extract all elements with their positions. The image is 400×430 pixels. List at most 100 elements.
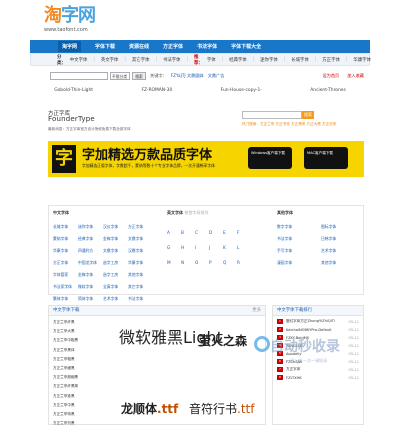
ranking-row[interactable]: 7 方正字体 05-11 [277,367,359,372]
nav-item-calligraphy[interactable]: 书法字体 [197,43,217,50]
zh-font-category[interactable]: 简体字体 [78,296,99,302]
list-item[interactable]: 方正兰亭特黑 [53,412,97,417]
mac-download-button[interactable]: MAC客户端下载 [304,147,348,169]
other-font-category[interactable]: 日韩字体 [321,236,361,242]
recommend-item[interactable]: 华康字体 [353,57,371,63]
zh-font-category[interactable]: 华康字体 [128,260,149,266]
nav-item-home[interactable]: 淘字网 [58,41,82,52]
en-letter-link[interactable]: P [209,260,223,265]
en-letter-link[interactable]: B [181,230,195,235]
en-letter-link[interactable]: J [209,245,223,250]
font-link[interactable]: Ancient-Thrones [310,88,345,93]
ranking-row[interactable]: 8 FZLTXHK 05-11 [277,375,359,380]
en-letter-link[interactable]: A [167,230,181,235]
font-preview[interactable]: 萤火之森 [199,332,247,349]
list-item[interactable]: 方正兰亭超细黑 [53,375,97,380]
list-item[interactable]: 方正兰亭准黑 [53,394,97,399]
search-button[interactable]: 搜索 [132,72,146,80]
zh-font-category[interactable]: 方正字体 [128,224,149,230]
font-preview[interactable]: 音符行书.ttf [189,400,254,417]
founder-hot-searches[interactable]: 热门搜索：方正兰亭 方正书宋 方正黑体 方正大黑 方正仿宋 [242,122,336,127]
en-letter-link[interactable]: C [195,230,209,235]
zh-font-category[interactable]: 艺术字体 [103,296,124,302]
zh-font-category[interactable]: 汉仪字体 [103,224,124,230]
zijia-banner[interactable]: 字 字加精选万款品质字体 字加精选正版字体，字数超千，蒙纳等数十个专业字体品牌，… [48,141,364,177]
en-letter-link[interactable]: O [195,260,209,265]
zh-font-category[interactable]: 中国龙字体 [78,260,99,266]
zh-font-category[interactable]: 汉鼎字体 [128,248,149,254]
en-letter-link[interactable]: L [237,245,251,250]
list-item[interactable]: 方正兰亭中黑 [53,403,97,408]
recommend-item[interactable]: 迷你字体 [260,57,278,63]
recommend-item[interactable]: 字体 [207,57,216,63]
zh-font-category[interactable]: 方正字体 [53,260,74,266]
set-homepage-link[interactable]: 设为首页 [322,73,339,79]
en-letter-link[interactable]: H [181,245,195,250]
category-item[interactable]: 中文字体 [70,57,88,63]
list-item[interactable]: 方正兰亭中粗黑 [53,338,97,343]
en-letter-link[interactable]: E [223,230,237,235]
list-item[interactable]: 方正兰亭细黑 [53,366,97,371]
recommend-item[interactable]: 经典字体 [229,57,247,63]
zh-font-category[interactable]: 金梅字体 [78,272,99,278]
en-letter-link[interactable]: N [181,260,195,265]
zh-font-category[interactable]: 造字工房 [103,260,124,266]
zh-font-category[interactable]: 微软字体 [78,284,99,290]
other-font-category[interactable]: 图标字体 [321,224,361,230]
font-link[interactable]: FZ-ROMAN-30 [141,88,172,93]
list-item[interactable]: 方正兰亭纤黑简 [53,384,97,389]
category-item[interactable]: 英文字体 [101,57,119,63]
en-letter-link[interactable]: F [237,230,251,235]
nav-item-founder[interactable]: 方正字体 [163,43,183,50]
other-font-category[interactable]: 书法字体 [277,236,317,242]
en-letter-link[interactable]: K [223,245,237,250]
list-item[interactable]: 方正兰亭黑体 [53,348,97,353]
zh-font-category[interactable]: 书法字体 [128,296,149,302]
zh-font-category[interactable]: 其他字体 [128,272,149,278]
list-item[interactable]: 方正兰亭粗黑 [53,357,97,362]
add-bookmark-link[interactable]: 加入收藏 [347,73,364,79]
zh-font-category[interactable]: 长城字体 [53,224,74,230]
nav-item-download[interactable]: 字体下载 [95,43,115,50]
site-logo[interactable]: 淘字网 www.taofont.com [44,6,96,34]
zh-font-category[interactable]: 其它字体 [128,284,149,290]
nav-item-all[interactable]: 字体下载大全 [231,43,261,50]
zh-font-category[interactable]: 全真字体 [103,284,124,290]
zh-font-category[interactable]: 经典字体 [78,236,99,242]
windows-download-button[interactable]: Windows客户端下载 [248,147,292,169]
other-font-category[interactable]: 漫画字体 [277,260,317,266]
zh-font-category[interactable]: 华康字体 [53,248,74,254]
en-letter-link[interactable]: R [237,260,251,265]
ranking-row[interactable]: 1 魔幻字体方正ZhongYiZhiQiTi 05-11 [277,319,359,324]
other-font-category[interactable]: 艺术字体 [321,248,361,254]
founder-search-input[interactable] [242,111,302,119]
other-font-category[interactable]: 其他字体 [321,260,361,266]
zh-font-category[interactable]: 字体管家 [53,272,74,278]
list-item[interactable]: 方正兰亭刊黑 [53,421,97,426]
en-letter-link[interactable]: I [195,245,209,250]
other-font-category[interactable]: 手写字体 [277,248,317,254]
en-letter-link[interactable]: M [167,260,181,265]
zh-font-category[interactable]: 文鼎字体 [128,236,149,242]
en-letter-link[interactable]: Q [223,260,237,265]
hot-link[interactable]: 文鼎广告 [208,73,225,79]
search-input[interactable] [50,72,108,80]
category-item[interactable]: 其它字体 [132,57,150,63]
category-select[interactable]: 不限分类 [110,72,130,80]
zh-font-category[interactable]: 迷你字体 [78,224,99,230]
other-font-category[interactable]: 数字字体 [277,224,317,230]
list-item[interactable]: 方正兰亭纤黑 [53,320,97,325]
zh-font-category[interactable]: 金梅字体 [103,236,124,242]
nav-item-resources[interactable]: 资源在线 [129,43,149,50]
font-link[interactable]: Gobold-Thin-Light [54,88,93,93]
recommend-item[interactable]: 方正字体 [322,57,340,63]
zh-font-category[interactable]: 造字工房 [103,272,124,278]
founder-banner[interactable]: 方正字库 FounderType 最新消息：方正字库官方设计授权免费下载全部字体… [30,107,370,137]
ranking-row[interactable]: 2 KaichaiNOBKYPro-Default 05-11 [277,327,359,332]
zh-font-category[interactable]: 四通利方 [78,248,99,254]
zh-font-category[interactable]: 文鼎字体 [103,248,124,254]
category-item[interactable]: 书法字体 [163,57,181,63]
en-letter-link[interactable]: D [209,230,223,235]
more-link[interactable]: 更多 [252,306,261,316]
font-link[interactable]: Fun-House-copy-1- [221,88,262,93]
